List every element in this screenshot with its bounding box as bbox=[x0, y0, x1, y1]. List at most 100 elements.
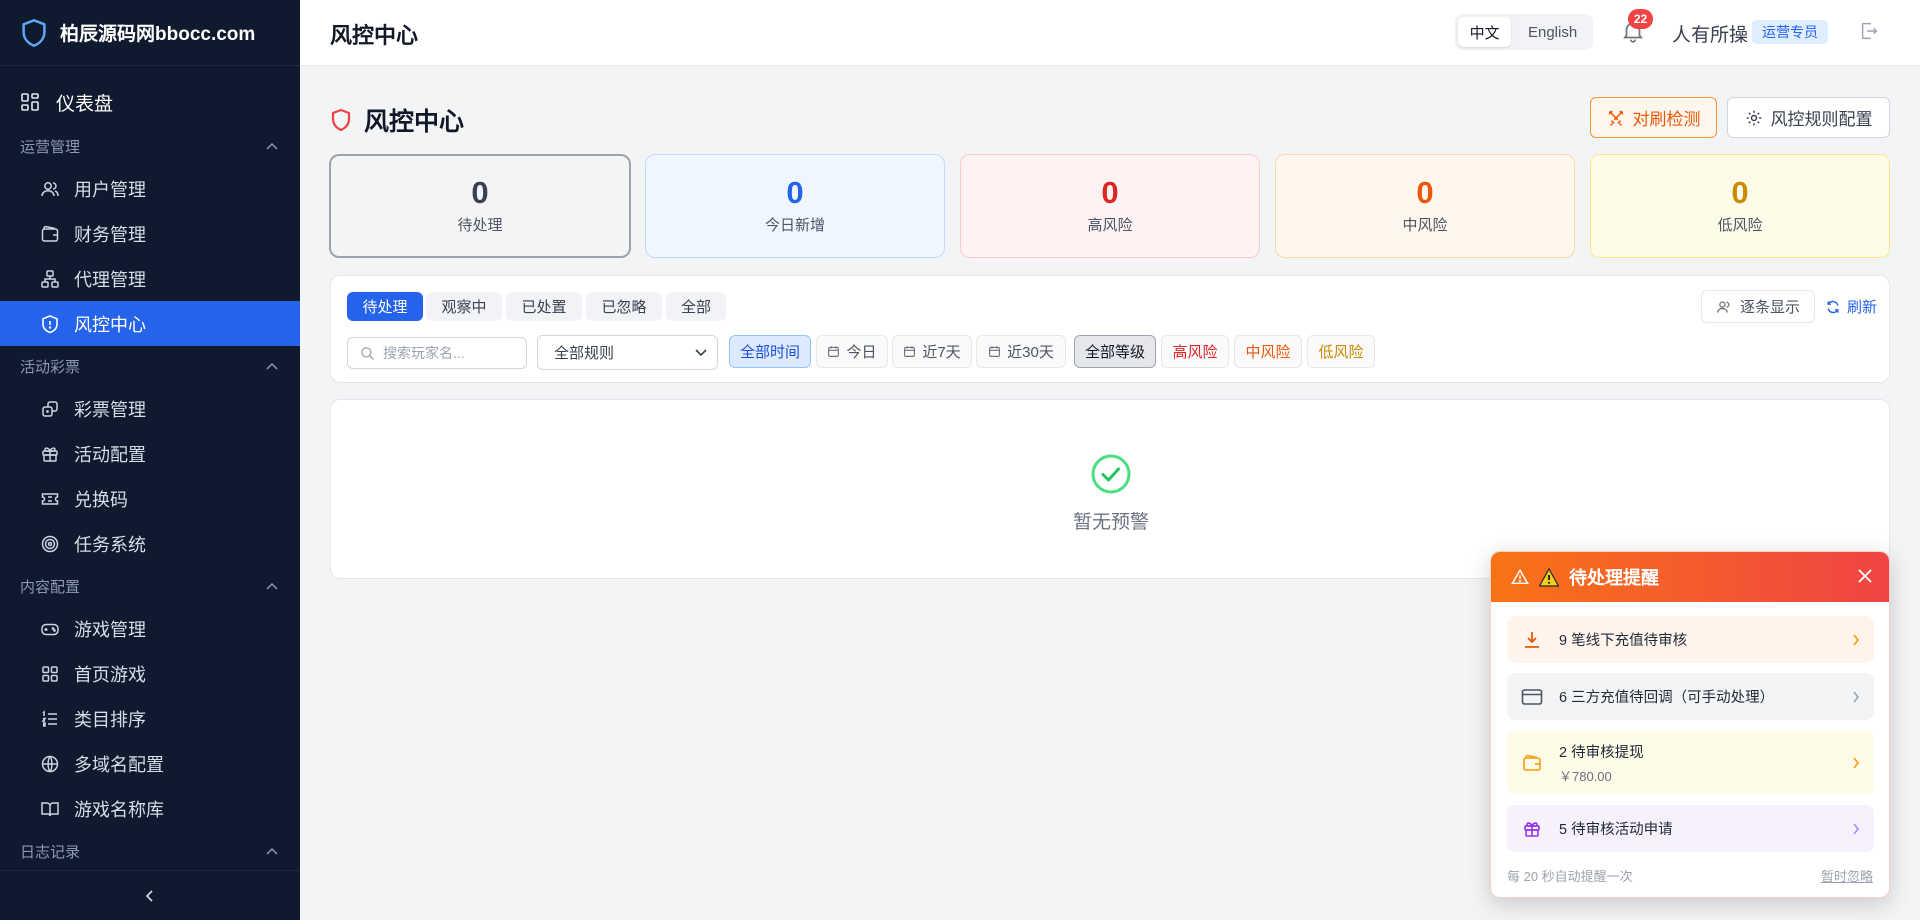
sidebar-group-operations[interactable]: 运营管理 bbox=[0, 126, 300, 166]
brush-detection-button[interactable]: 对刷检测 bbox=[1590, 97, 1717, 138]
shield-logo-icon bbox=[20, 18, 48, 48]
stat-card-medium-risk[interactable]: 0 中风险 bbox=[1275, 154, 1575, 258]
sidebar-item-agents[interactable]: 代理管理 bbox=[0, 256, 300, 301]
gamepad-icon bbox=[40, 619, 60, 639]
ignore-temporarily-link[interactable]: 暂时忽略 bbox=[1821, 866, 1873, 885]
brand[interactable]: 柏辰源码网bbocc.com bbox=[0, 0, 300, 66]
user-role-badge: 运营专员 bbox=[1752, 20, 1828, 44]
sidebar-item-dashboard[interactable]: 仪表盘 bbox=[0, 78, 300, 126]
stat-card-pending[interactable]: 0 待处理 bbox=[329, 154, 631, 258]
close-icon[interactable] bbox=[1857, 568, 1873, 584]
empty-text: 暂无预警 bbox=[1072, 512, 1149, 533]
row-display-button[interactable]: 逐条显示 bbox=[1701, 290, 1815, 323]
reminder-withdrawal[interactable]: 2 待审核提现 ￥780.00 bbox=[1507, 731, 1874, 794]
chevron-right-icon bbox=[1852, 691, 1860, 703]
tab-handled[interactable]: 已处置 bbox=[506, 292, 582, 321]
ticket-icon bbox=[40, 489, 60, 509]
chip-time-30d[interactable]: 近30天 bbox=[976, 335, 1066, 368]
reminder-offline-recharge[interactable]: 9 笔线下充值待审核 bbox=[1507, 616, 1874, 663]
pending-reminder-popup: 待处理提醒 9 笔线下充值待审核 6 三方充值待回调（可手动处理） 2 待审核提… bbox=[1490, 551, 1890, 898]
page-title: 风控中心 bbox=[330, 102, 464, 138]
user-icon bbox=[1716, 299, 1732, 315]
download-icon bbox=[1521, 630, 1543, 650]
chip-time-7d[interactable]: 近7天 bbox=[892, 335, 972, 368]
gift-icon bbox=[40, 444, 60, 464]
lang-zh-button[interactable]: 中文 bbox=[1458, 17, 1512, 47]
stat-card-today-new[interactable]: 0 今日新增 bbox=[645, 154, 945, 258]
chip-level-all[interactable]: 全部等级 bbox=[1074, 335, 1156, 368]
sidebar-item-category-sort[interactable]: 类目排序 bbox=[0, 696, 300, 741]
tab-pending[interactable]: 待处理 bbox=[347, 292, 423, 321]
reminder-third-party-callback[interactable]: 6 三方充值待回调（可手动处理） bbox=[1507, 673, 1874, 720]
tab-all[interactable]: 全部 bbox=[666, 292, 726, 321]
globe-icon bbox=[40, 754, 60, 774]
sidebar-item-redeem-code[interactable]: 兑换码 bbox=[0, 476, 300, 521]
dice-icon bbox=[40, 399, 60, 419]
sidebar-item-game-names[interactable]: 游戏名称库 bbox=[0, 786, 300, 831]
lang-en-button[interactable]: English bbox=[1515, 17, 1590, 47]
sidebar-item-games[interactable]: 游戏管理 bbox=[0, 606, 300, 651]
refresh-button[interactable]: 刷新 bbox=[1825, 296, 1877, 317]
filter-panel: 待处理 观察中 已处置 已忽略 全部 逐条显示 刷新 搜索玩家名... 全部规则… bbox=[330, 275, 1890, 383]
sidebar-item-task-system[interactable]: 任务系统 bbox=[0, 521, 300, 566]
popup-header: 待处理提醒 bbox=[1491, 552, 1889, 602]
sidebar-item-lottery[interactable]: 彩票管理 bbox=[0, 386, 300, 431]
sidebar-item-finance[interactable]: 财务管理 bbox=[0, 211, 300, 256]
stat-card-high-risk[interactable]: 0 高风险 bbox=[960, 154, 1260, 258]
sidebar-item-home-games[interactable]: 首页游戏 bbox=[0, 651, 300, 696]
language-switch: 中文 English bbox=[1455, 14, 1593, 50]
sidebar-item-domains[interactable]: 多域名配置 bbox=[0, 741, 300, 786]
tab-ignored[interactable]: 已忽略 bbox=[586, 292, 662, 321]
chip-level-high[interactable]: 高风险 bbox=[1161, 335, 1229, 368]
chip-time-today[interactable]: 今日 bbox=[816, 335, 888, 368]
sidebar-group-logs[interactable]: 日志记录 bbox=[0, 831, 300, 871]
check-circle-icon bbox=[1090, 453, 1132, 495]
target-icon bbox=[40, 534, 60, 554]
popup-footer: 每 20 秒自动提醒一次 暂时忽略 bbox=[1507, 866, 1873, 885]
sidebar-group-activities[interactable]: 活动彩票 bbox=[0, 346, 300, 386]
chevron-down-icon bbox=[695, 348, 707, 357]
network-icon bbox=[40, 269, 60, 289]
wallet-icon bbox=[1521, 753, 1543, 773]
users-icon bbox=[40, 179, 60, 199]
risk-rule-config-button[interactable]: 风控规则配置 bbox=[1727, 97, 1890, 138]
gear-icon bbox=[1745, 109, 1763, 127]
sidebar-item-activity-config[interactable]: 活动配置 bbox=[0, 431, 300, 476]
calendar-icon bbox=[827, 345, 840, 358]
top-header: 风控中心 中文 English 22 人有所操 运营专员 bbox=[300, 0, 1920, 66]
chevron-left-icon bbox=[145, 889, 155, 903]
reminder-activity-application[interactable]: 5 待审核活动申请 bbox=[1507, 805, 1874, 852]
wallet-icon bbox=[40, 224, 60, 244]
list-ordered-icon bbox=[40, 709, 60, 729]
sidebar-collapse-button[interactable] bbox=[0, 870, 300, 920]
shield-icon bbox=[330, 108, 352, 132]
notification-badge: 22 bbox=[1628, 9, 1653, 29]
sidebar-item-label: 仪表盘 bbox=[56, 93, 114, 115]
header-title: 风控中心 bbox=[330, 23, 419, 48]
chip-time-all[interactable]: 全部时间 bbox=[729, 335, 811, 368]
chip-level-low[interactable]: 低风险 bbox=[1307, 335, 1375, 368]
grid-icon bbox=[20, 92, 40, 112]
stat-card-low-risk[interactable]: 0 低风险 bbox=[1590, 154, 1890, 258]
chevron-right-icon bbox=[1852, 757, 1860, 769]
tab-watching[interactable]: 观察中 bbox=[426, 292, 502, 321]
rule-select[interactable]: 全部规则 bbox=[537, 335, 718, 370]
chevron-up-icon bbox=[266, 582, 278, 590]
sidebar-item-users[interactable]: 用户管理 bbox=[0, 166, 300, 211]
sidebar: 柏辰源码网bbocc.com 仪表盘 运营管理 用户管理 财务管理 代理管理 风… bbox=[0, 0, 300, 920]
warning-icon bbox=[1539, 567, 1559, 587]
chip-level-medium[interactable]: 中风险 bbox=[1234, 335, 1302, 368]
shield-alert-icon bbox=[40, 314, 60, 334]
logout-icon[interactable] bbox=[1858, 20, 1880, 42]
search-input[interactable]: 搜索玩家名... bbox=[347, 337, 527, 369]
sidebar-group-content[interactable]: 内容配置 bbox=[0, 566, 300, 606]
credit-card-icon bbox=[1521, 688, 1543, 706]
alert-triangle-outline-icon bbox=[1511, 568, 1529, 586]
brand-name: 柏辰源码网bbocc.com bbox=[60, 24, 256, 45]
sidebar-item-risk-center[interactable]: 风控中心 bbox=[0, 301, 300, 346]
gift-icon bbox=[1521, 819, 1543, 839]
chevron-up-icon bbox=[266, 847, 278, 855]
chevron-right-icon bbox=[1852, 634, 1860, 646]
user-name[interactable]: 人有所操 bbox=[1672, 20, 1748, 47]
chevron-right-icon bbox=[1852, 823, 1860, 835]
